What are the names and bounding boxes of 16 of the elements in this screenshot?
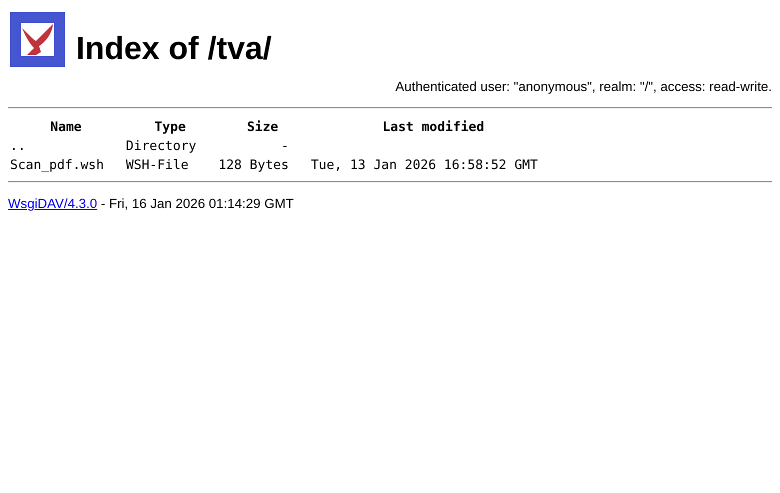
bird-logo-icon [10,12,65,67]
file-size: 128 Bytes [218,158,289,173]
auth-note: Authenticated user: "anonymous", realm: "/", access: read-write. [394,79,772,94]
page-title: Index of /tva/ [76,30,272,67]
file-name[interactable]: .. [10,139,26,154]
column-header: Size [246,119,280,137]
file-type: Directory [126,139,196,154]
file-modified: Tue, 13 Jan 2026 16:58:52 GMT [310,158,538,173]
column-header: Name [49,119,83,137]
file-type: WSH-File [126,158,189,173]
column-header: Type [153,119,187,137]
footer-text: - Fri, 16 Jan 2026 01:14:29 GMT [100,196,294,211]
server-link[interactable]: WsgiDAV/4.3.0 [8,196,98,211]
file-name[interactable]: Scan_pdf.wsh [10,158,104,173]
file-size: - [281,139,289,154]
column-header: Last modified [381,119,486,137]
